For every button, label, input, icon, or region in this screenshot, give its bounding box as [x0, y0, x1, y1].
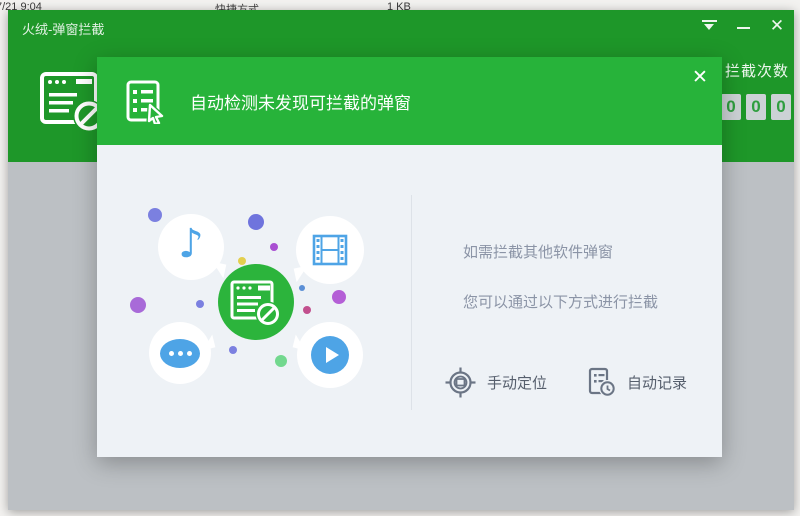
auto-record-label: 自动记录	[627, 375, 688, 392]
dialog-body: ♪ 如需拦截其他软件弹窗 您可以通过以下方式进行拦截 手动定位 自动记录	[97, 145, 722, 457]
popup-illustration: ♪	[97, 145, 411, 457]
decoration-dot	[275, 355, 287, 367]
hint-line-1: 如需拦截其他软件弹窗	[463, 244, 614, 261]
manual-locate-button[interactable]: 手动定位	[445, 367, 547, 398]
video-bubble	[293, 216, 364, 284]
auto-record-icon	[588, 367, 617, 397]
music-bubble: ♪	[158, 214, 227, 280]
window-controls: ✕	[692, 10, 794, 40]
auto-record-button[interactable]: 自动记录	[585, 367, 687, 398]
dialog-header: 自动检测未发现可拦截的弹窗 ✕	[97, 57, 722, 145]
decoration-dot	[303, 306, 311, 314]
music-note-icon: ♪	[178, 221, 204, 267]
menu-dropdown-button[interactable]	[692, 10, 726, 40]
bubble-tail	[292, 334, 309, 351]
minimize-button[interactable]	[726, 10, 760, 40]
window-title: 火绒-弹窗拦截	[22, 21, 105, 37]
close-icon: ✕	[692, 66, 708, 88]
decoration-dot	[270, 243, 278, 251]
decoration-dot	[196, 300, 204, 308]
manual-locate-label: 手动定位	[487, 375, 548, 392]
popup-block-center-icon	[218, 264, 294, 340]
film-strip-icon	[312, 234, 348, 266]
count-digit: 0	[721, 94, 741, 120]
count-digit: 0	[771, 94, 791, 120]
crosshair-icon	[445, 367, 476, 398]
bubble-tail	[209, 261, 227, 279]
vertical-divider	[411, 195, 412, 410]
block-count-display: 0 0 0	[721, 94, 791, 120]
chat-bubble	[149, 322, 216, 384]
dialog-close-button[interactable]: ✕	[686, 63, 714, 91]
action-buttons: 手动定位 自动记录	[445, 367, 687, 398]
titlebar: 火绒-弹窗拦截 ✕	[8, 10, 794, 46]
detection-result-dialog: 自动检测未发现可拦截的弹窗 ✕ ♪ 如需拦截其他软件弹窗 您可以通过以下方式进行…	[97, 57, 722, 457]
decoration-dot	[148, 208, 162, 222]
block-count-label: 拦截次数	[724, 63, 789, 80]
decoration-dot	[332, 290, 346, 304]
decoration-dot	[238, 257, 246, 265]
hint-line-2: 您可以通过以下方式进行拦截	[463, 294, 659, 311]
decoration-dot	[299, 285, 305, 291]
play-icon	[311, 336, 349, 374]
detect-list-icon	[121, 78, 167, 129]
chat-ellipsis-icon	[160, 338, 200, 368]
decoration-dot	[248, 214, 264, 230]
decoration-dot	[229, 346, 237, 354]
play-bubble	[292, 322, 363, 388]
minimize-icon	[736, 27, 750, 29]
menu-dropdown-icon	[701, 20, 717, 30]
decoration-dot	[130, 297, 146, 313]
bubble-tail	[293, 265, 311, 283]
close-icon: ✕	[769, 15, 785, 35]
count-digit: 0	[746, 94, 766, 120]
dialog-title: 自动检测未发现可拦截的弹窗	[190, 93, 411, 113]
close-button[interactable]: ✕	[760, 10, 794, 40]
bubble-tail	[199, 334, 216, 351]
